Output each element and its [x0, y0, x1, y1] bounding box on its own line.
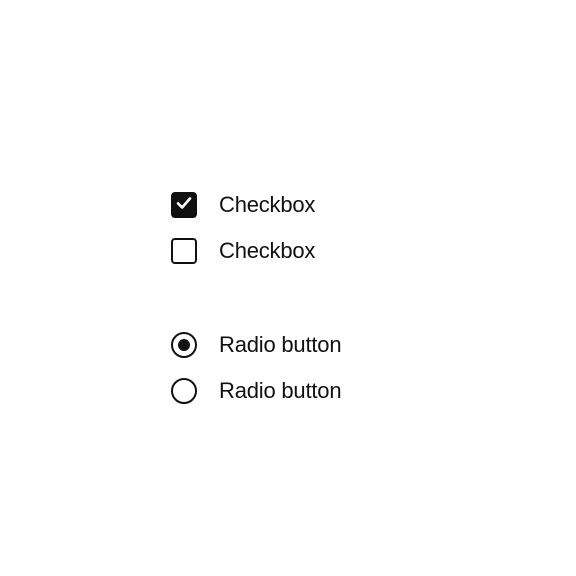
radio-row: Radio button [171, 332, 341, 358]
checkbox-row: Checkbox [171, 238, 341, 264]
radio-selected[interactable] [171, 332, 197, 358]
radio-unselected[interactable] [171, 378, 197, 404]
form-controls: Checkbox Checkbox Radio button Radio but… [171, 192, 341, 404]
checkbox-label: Checkbox [219, 238, 315, 264]
radio-label: Radio button [219, 332, 341, 358]
radio-label: Radio button [219, 378, 341, 404]
check-icon [175, 194, 193, 217]
checkbox-label: Checkbox [219, 192, 315, 218]
checkbox-unchecked[interactable] [171, 238, 197, 264]
radio-row: Radio button [171, 378, 341, 404]
checkbox-group: Checkbox Checkbox [171, 192, 341, 264]
checkbox-row: Checkbox [171, 192, 341, 218]
radio-group: Radio button Radio button [171, 332, 341, 404]
checkbox-checked[interactable] [171, 192, 197, 218]
